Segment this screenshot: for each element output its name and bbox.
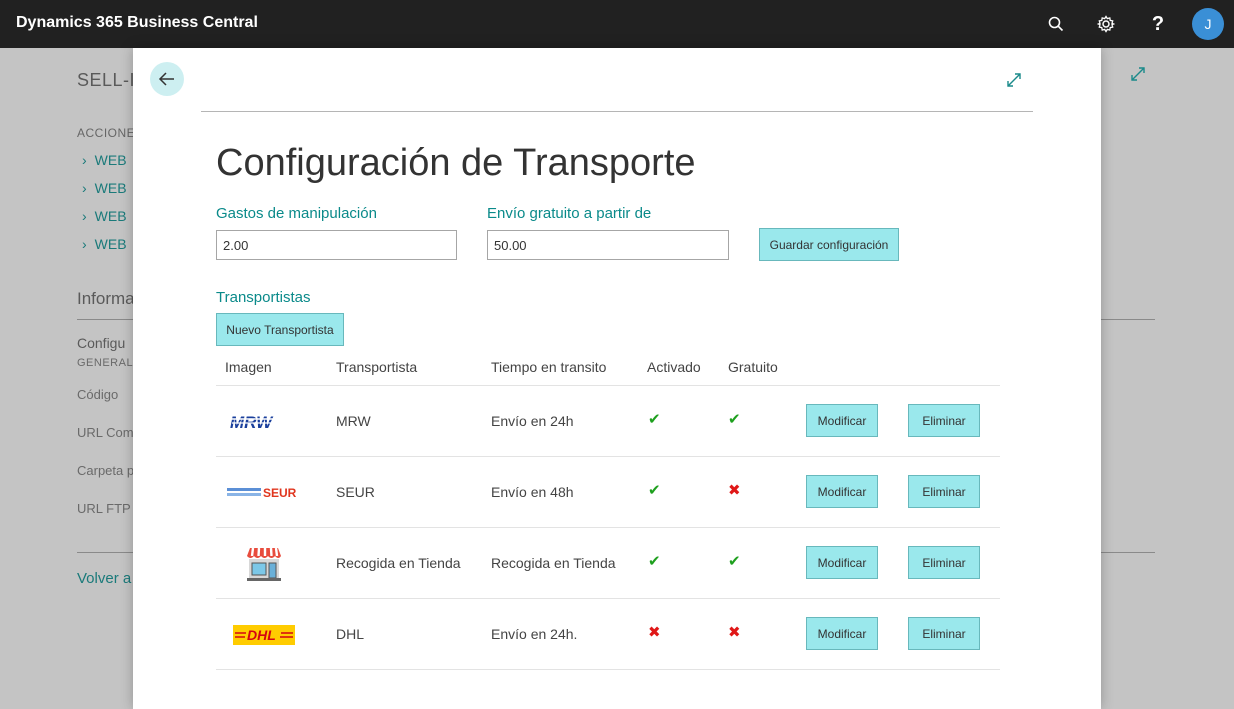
bg-field-label: Código <box>77 387 119 402</box>
column-header-image: Imagen <box>225 359 272 375</box>
column-header-free: Gratuito <box>728 359 778 375</box>
modify-button[interactable]: Modificar <box>806 617 878 650</box>
bg-config-label: Configu <box>77 335 126 351</box>
cross-icon: ✖ <box>728 624 741 641</box>
check-icon: ✔ <box>728 411 741 428</box>
bg-actions-heading: ACCIONE <box>77 126 136 140</box>
carrier-name: SEUR <box>336 484 375 500</box>
table-row: Recogida en Tienda Recogida en Tienda ✔ … <box>216 528 1000 599</box>
bg-field-label: URL Com <box>77 425 134 440</box>
save-config-button[interactable]: Guardar configuración <box>759 228 899 261</box>
table-row: SEUR SEUR Envío en 48h ✔ ✖ Modificar Eli… <box>216 457 1000 528</box>
table-row: MRW MRW Envío en 24h ✔ ✔ Modificar Elimi… <box>216 386 1000 457</box>
transport-config-dialog: Configuración de Transporte Gastos de ma… <box>133 48 1101 709</box>
bg-page-title: SELL-I <box>77 70 136 90</box>
transit-time: Envío en 48h <box>491 484 574 500</box>
carrier-name: Recogida en Tienda <box>336 555 461 571</box>
bg-action-link[interactable]: › WEB <box>82 208 127 224</box>
carrier-name: MRW <box>336 413 371 429</box>
gear-icon[interactable] <box>1094 12 1118 36</box>
chevron-right-icon: › <box>82 208 87 224</box>
store-icon <box>224 546 304 582</box>
chevron-right-icon: › <box>82 152 87 168</box>
divider <box>201 111 1033 112</box>
bg-action-link[interactable]: › WEB <box>82 180 127 196</box>
column-header-carrier: Transportista <box>336 359 418 375</box>
back-button[interactable] <box>150 62 184 96</box>
free-shipping-label: Envío gratuito a partir de <box>487 205 652 222</box>
handling-input[interactable] <box>216 230 457 260</box>
modify-button[interactable]: Modificar <box>806 546 878 579</box>
dhl-logo: DHL <box>224 617 304 653</box>
svg-text:MRW: MRW <box>230 413 274 431</box>
bg-field-label: Carpeta p <box>77 463 135 478</box>
check-icon: ✔ <box>648 553 661 570</box>
bg-action-link[interactable]: › WEB <box>82 152 127 168</box>
delete-button[interactable]: Eliminar <box>908 475 980 508</box>
arrow-left-icon <box>158 72 174 86</box>
bg-action-link[interactable]: › WEB <box>82 236 127 252</box>
handling-label: Gastos de manipulación <box>216 205 377 222</box>
modify-button[interactable]: Modificar <box>806 404 878 437</box>
avatar[interactable]: J <box>1192 8 1224 40</box>
chevron-right-icon: › <box>82 180 87 196</box>
delete-button[interactable]: Eliminar <box>908 404 980 437</box>
modify-button[interactable]: Modificar <box>806 475 878 508</box>
carriers-heading: Transportistas <box>216 289 311 306</box>
table-header: Imagen Transportista Tiempo en transito … <box>216 350 1000 386</box>
free-shipping-input[interactable] <box>487 230 729 260</box>
carrier-name: DHL <box>336 626 365 642</box>
cross-icon: ✖ <box>648 624 661 641</box>
delete-button[interactable]: Eliminar <box>908 546 980 579</box>
page-title: Configuración de Transporte <box>216 142 696 184</box>
check-icon: ✔ <box>728 553 741 570</box>
search-icon[interactable] <box>1044 12 1068 36</box>
mrw-logo: MRW <box>224 404 304 440</box>
bg-field-label: URL FTP <box>77 501 131 516</box>
expand-icon[interactable] <box>1005 71 1023 89</box>
expand-icon[interactable] <box>1130 66 1146 87</box>
transit-time: Envío en 24h. <box>491 626 578 642</box>
column-header-active: Activado <box>647 359 701 375</box>
bg-back-link[interactable]: Volver a <box>77 570 131 587</box>
cross-icon: ✖ <box>728 482 741 499</box>
help-icon[interactable]: ? <box>1146 12 1170 36</box>
seur-logo: SEUR <box>224 475 304 511</box>
top-bar: Dynamics 365 Business Central ? J <box>0 0 1234 48</box>
column-header-transit: Tiempo en transito <box>491 359 607 375</box>
delete-button[interactable]: Eliminar <box>908 617 980 650</box>
check-icon: ✔ <box>648 411 661 428</box>
transit-time: Envío en 24h <box>491 413 574 429</box>
svg-text:SEUR: SEUR <box>263 486 297 500</box>
app-title[interactable]: Dynamics 365 Business Central <box>16 14 258 32</box>
table-row: DHL DHL Envío en 24h. ✖ ✖ Modificar Elim… <box>216 599 1000 670</box>
chevron-right-icon: › <box>82 236 87 252</box>
new-carrier-button[interactable]: Nuevo Transportista <box>216 313 344 346</box>
transit-time: Recogida en Tienda <box>491 555 616 571</box>
bg-info-heading: Informa <box>77 289 135 308</box>
check-icon: ✔ <box>648 482 661 499</box>
svg-text:DHL: DHL <box>247 627 276 643</box>
carriers-table: Imagen Transportista Tiempo en transito … <box>216 350 1000 670</box>
bg-general-label: GENERAL <box>77 357 134 369</box>
